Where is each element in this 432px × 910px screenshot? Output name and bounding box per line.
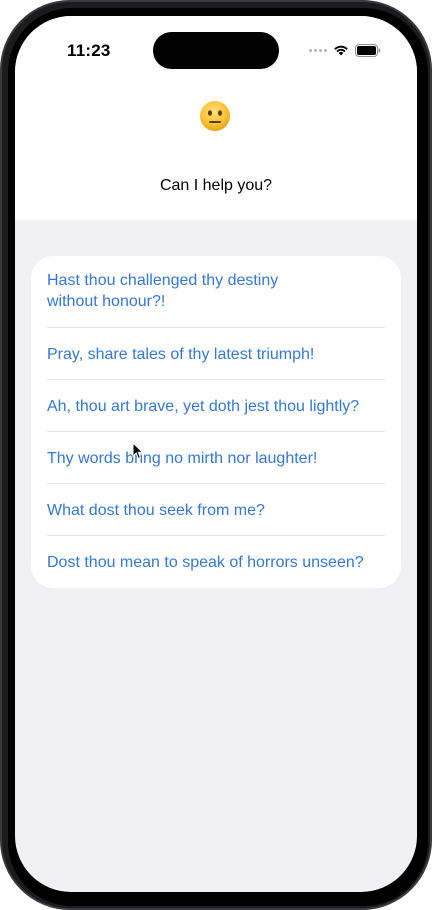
divider: [47, 327, 385, 328]
wifi-icon: [334, 45, 348, 56]
divider: [47, 431, 385, 432]
divider: [47, 379, 385, 380]
option-item[interactable]: Ah, thou art brave, yet doth jest thou l…: [47, 396, 387, 417]
mouse-pointer-icon: [132, 442, 144, 460]
status-icons: [309, 43, 381, 57]
option-item[interactable]: What dost thou seek from me?: [47, 500, 387, 521]
page-title: Can I help you?: [159, 177, 273, 194]
screen: 11:23 Can I help you? Hast thou challeng…: [15, 16, 417, 892]
options-card: Hast thou challenged thy destiny without…: [31, 256, 401, 588]
divider: [47, 535, 385, 536]
cellular-signal-icon: [309, 48, 327, 52]
battery-icon: [355, 43, 381, 57]
divider: [47, 483, 385, 484]
neutral-face-emoji-icon: [200, 101, 230, 131]
status-time: 11:23: [67, 41, 111, 60]
option-item[interactable]: Dost thou mean to speak of horrors unsee…: [47, 552, 387, 573]
dynamic-island: [153, 32, 279, 69]
option-item[interactable]: Pray, share tales of thy latest triumph!: [47, 344, 387, 365]
option-item[interactable]: Hast thou challenged thy destiny without…: [47, 270, 307, 312]
option-item[interactable]: Thy words bring no mirth nor laughter!: [47, 448, 387, 469]
header-area: 11:23 Can I help you?: [15, 16, 417, 220]
